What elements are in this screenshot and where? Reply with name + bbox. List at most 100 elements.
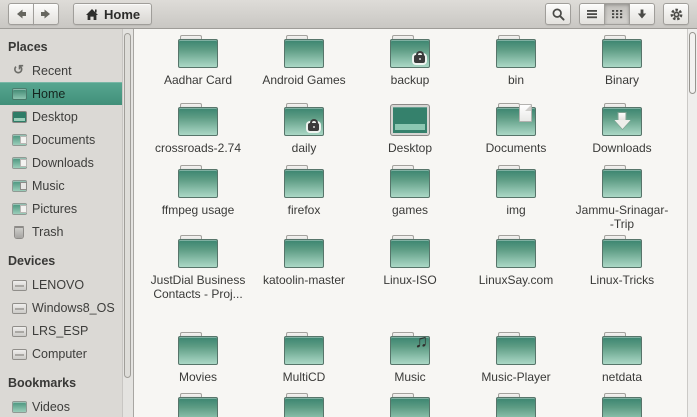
file-name: daily (291, 141, 317, 155)
file-name: Music (394, 370, 426, 384)
file-item[interactable]: Aadhar Card (145, 35, 251, 103)
sidebar: Places Recent Home Desktop Documents Download… (0, 29, 134, 417)
file-name: backup (390, 73, 430, 87)
sidebar-item-documents[interactable]: Documents (0, 128, 122, 151)
file-item[interactable]: Android Games (251, 35, 357, 103)
folder-icon (602, 103, 642, 136)
down-arrow-icon (637, 9, 647, 19)
file-name: katoolin-master (262, 273, 346, 287)
file-item[interactable]: MultiCD (251, 332, 357, 393)
file-item[interactable]: Binary (569, 35, 675, 103)
file-name: Music-Player (481, 370, 551, 384)
sidebar-scrollbar[interactable] (122, 29, 133, 417)
sidebar-item-lenovo[interactable]: LENOVO (0, 273, 122, 296)
file-grid: Aadhar Card Android Games backup bin Binary c… (135, 29, 697, 417)
sort-order-button[interactable] (629, 3, 655, 25)
folder-icon (496, 165, 536, 198)
download-arrow-emblem-icon (618, 113, 626, 120)
file-name: LinuxSay.com (478, 273, 554, 287)
sidebar-item-label: Downloads (32, 155, 94, 170)
folder-icon (602, 165, 642, 198)
drive-icon (13, 279, 27, 291)
file-name: Movies (178, 370, 217, 384)
list-view-button[interactable] (579, 3, 605, 25)
sidebar-scrollbar-thumb[interactable] (124, 33, 131, 378)
back-arrow-icon (17, 9, 26, 19)
content-scrollbar[interactable] (687, 29, 697, 417)
sidebar-item-pictures[interactable]: Pictures (0, 197, 122, 220)
file-item[interactable]: ffmpeg usage (145, 165, 251, 235)
file-name: img (506, 203, 526, 217)
sidebar-item-home[interactable]: Home (0, 82, 122, 105)
trash-icon (13, 225, 27, 238)
file-item-partial[interactable] (251, 393, 357, 417)
file-item[interactable]: Jammu-Srinagar--Trip (569, 165, 675, 235)
file-item[interactable]: LinuxSay.com (463, 235, 569, 332)
sidebar-item-trash[interactable]: Trash (0, 220, 122, 243)
back-button[interactable] (8, 3, 34, 25)
folder-downloads-icon (13, 157, 27, 169)
document-emblem-icon (519, 104, 532, 122)
file-item[interactable]: Documents (463, 103, 569, 165)
file-item[interactable]: bin (463, 35, 569, 103)
sidebar-item-recent[interactable]: Recent (0, 59, 122, 82)
toolbar: Home (0, 0, 697, 29)
sidebar-item-lrs-esp[interactable]: LRS_ESP (0, 319, 122, 342)
search-button[interactable] (545, 3, 571, 25)
file-item[interactable]: Music (357, 332, 463, 393)
folder-icon (602, 332, 642, 365)
view-mode-buttons (579, 3, 655, 25)
content-scrollbar-thumb[interactable] (689, 32, 696, 94)
file-item[interactable]: games (357, 165, 463, 235)
sidebar-item-music[interactable]: Music (0, 174, 122, 197)
settings-button[interactable] (663, 3, 689, 25)
grid-view-button[interactable] (604, 3, 630, 25)
file-item-partial[interactable] (463, 393, 569, 417)
file-item[interactable]: JustDial Business Contacts - Proj... (145, 235, 251, 332)
file-name: MultiCD (282, 370, 326, 384)
file-name: Documents (485, 141, 547, 155)
sidebar-item-label: Videos (32, 399, 70, 414)
sidebar-item-downloads[interactable]: Downloads (0, 151, 122, 174)
folder-pictures-icon (13, 203, 27, 215)
file-item[interactable]: Downloads (569, 103, 675, 165)
home-breadcrumb-button[interactable]: Home (73, 3, 153, 25)
music-note-emblem-icon (415, 332, 429, 352)
recent-icon (13, 62, 27, 78)
sidebar-item-windows8-os[interactable]: Windows8_OS (0, 296, 122, 319)
forward-button[interactable] (33, 3, 59, 25)
sidebar-section-header: Bookmarks (8, 376, 77, 390)
file-item[interactable]: Music-Player (463, 332, 569, 393)
folder-icon (13, 401, 27, 413)
content-pane[interactable]: Aadhar Card Android Games backup bin Binary c… (135, 29, 697, 417)
file-item[interactable]: firefox (251, 165, 357, 235)
sidebar-item-desktop[interactable]: Desktop (0, 105, 122, 128)
toolbar-right-cluster (545, 3, 689, 25)
gear-icon (670, 8, 682, 20)
file-item[interactable]: Linux-Tricks (569, 235, 675, 332)
folder-icon (284, 393, 324, 417)
file-item[interactable]: katoolin-master (251, 235, 357, 332)
folder-icon (178, 35, 218, 68)
file-item-partial[interactable] (357, 393, 463, 417)
folder-icon (284, 235, 324, 268)
file-item[interactable]: Movies (145, 332, 251, 393)
file-item[interactable]: img (463, 165, 569, 235)
desktop-icon (13, 111, 27, 123)
folder-icon (602, 393, 642, 417)
sidebar-item-computer[interactable]: Computer (0, 342, 122, 365)
file-item-partial[interactable] (569, 393, 675, 417)
folder-icon (390, 165, 430, 198)
file-item[interactable]: crossroads-2.74 (145, 103, 251, 165)
file-item[interactable]: Desktop (357, 103, 463, 165)
sidebar-item-videos[interactable]: Videos (0, 395, 122, 417)
file-item-partial[interactable] (145, 393, 251, 417)
file-item[interactable]: netdata (569, 332, 675, 393)
navigation-buttons (8, 3, 59, 25)
file-item[interactable]: daily (251, 103, 357, 165)
file-item[interactable]: backup (357, 35, 463, 103)
sidebar-item-label: LENOVO (32, 277, 85, 292)
sidebar-section-header: Devices (8, 254, 56, 268)
file-item[interactable]: Linux-ISO (357, 235, 463, 332)
file-name: Downloads (592, 141, 652, 155)
